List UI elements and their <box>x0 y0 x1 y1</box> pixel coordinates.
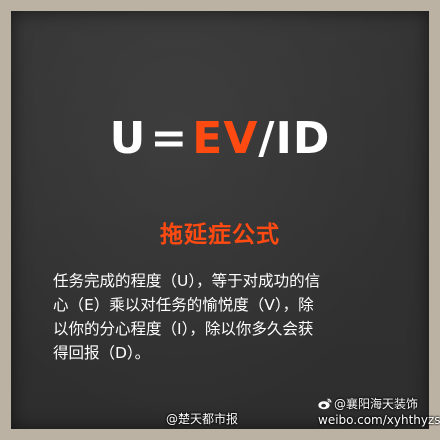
body-text: 任务完成的程度（U），等于对成功的信 心（E）乘以对任务的愉悦度（V），除 以你… <box>53 269 393 365</box>
formula-ev: EV <box>192 113 259 164</box>
watermark-right-handle: @襄阳海天装饰 <box>334 397 419 411</box>
headline: 拖延症公式 <box>160 222 280 248</box>
body-line-4: 得回报（D）。 <box>53 344 151 362</box>
body-line-3: 以你的分心程度（I），除以你多久会获 <box>53 320 314 338</box>
watermark-right-handle-row: @襄阳海天装饰 <box>318 396 440 412</box>
formula-u: U <box>109 113 147 164</box>
watermark-right: @襄阳海天装饰 weibo.com/xyhthyzs <box>318 396 440 428</box>
watermark-left: @楚天都市报 <box>166 412 239 426</box>
body-line-2: 心（E）乘以对任务的愉悦度（V），除 <box>53 296 314 314</box>
blackboard-panel: U=EV/ID 拖延症公式 任务完成的程度（U），等于对成功的信 心（E）乘以对… <box>11 11 429 429</box>
formula-slash-id: /ID <box>258 113 331 164</box>
formula-equals: = <box>150 113 189 164</box>
body-line-1: 任务完成的程度（U），等于对成功的信 <box>53 272 321 290</box>
weibo-icon <box>318 398 332 410</box>
formula: U=EV/ID <box>11 113 429 165</box>
watermark-right-url: weibo.com/xyhthyzs <box>318 413 440 427</box>
picture-frame: U=EV/ID 拖延症公式 任务完成的程度（U），等于对成功的信 心（E）乘以对… <box>0 0 440 440</box>
